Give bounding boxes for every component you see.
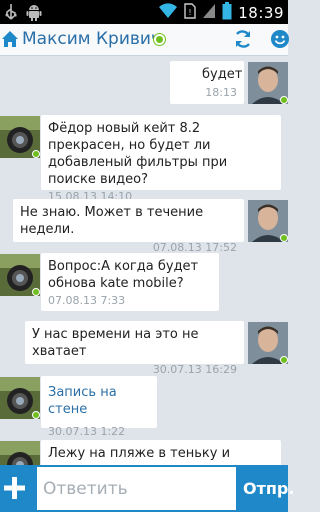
avatar[interactable]	[0, 377, 40, 419]
wall-post-link[interactable]: Запись на стене	[48, 384, 150, 418]
reply-input[interactable]	[37, 467, 236, 510]
message-time: 18:13	[205, 86, 237, 99]
no-sim-icon: !	[184, 3, 196, 23]
online-status-icon	[32, 150, 40, 158]
avatar[interactable]	[0, 254, 40, 296]
message-text: будет	[202, 67, 243, 82]
clock: 18:39	[238, 4, 284, 22]
online-status-icon	[280, 356, 288, 364]
online-status-icon	[280, 96, 288, 104]
online-status-icon	[280, 234, 288, 242]
android-icon	[26, 3, 42, 25]
avatar[interactable]	[0, 441, 40, 465]
status-bar: ! 18:39	[0, 0, 288, 24]
refresh-icon[interactable]	[233, 29, 253, 53]
message-time: 30.07.13 1:22	[48, 425, 126, 438]
online-status-icon	[154, 34, 165, 45]
attach-plus-icon[interactable]	[2, 472, 28, 504]
avatar[interactable]	[0, 116, 40, 158]
message-list[interactable]: будет 18:13 Фёдор новый кейт 8.2 прекрас…	[0, 57, 288, 465]
signal-icon	[202, 3, 216, 23]
message-text: Лежу на пляже в теньку и читаю	[48, 446, 231, 465]
avatar[interactable]	[248, 200, 288, 242]
composer-bar: Отпр.	[0, 465, 294, 512]
avatar[interactable]	[248, 62, 288, 104]
smile-icon[interactable]	[270, 29, 290, 53]
message-bubble[interactable]: Вопрос:А когда будет обнова kate mobile?…	[41, 253, 219, 311]
send-button[interactable]: Отпр.	[243, 479, 294, 498]
message-bubble[interactable]: Запись на стене 30.07.13 1:22	[41, 376, 157, 438]
message-time: 30.07.13 16:29	[152, 363, 237, 376]
online-status-icon	[32, 411, 40, 419]
message-text: Не знаю. Может в течение недели.	[20, 205, 204, 237]
message-text: Фёдор новый кейт 8.2 прекрасен, но будет…	[48, 121, 228, 187]
message-bubble[interactable]: У нас времени на это не хватает 30.07.13…	[25, 321, 244, 376]
message-text: Вопрос:А когда будет обнова kate mobile?	[48, 259, 199, 291]
home-icon[interactable]	[1, 30, 19, 52]
message-text: У нас времени на это не хватает	[32, 327, 199, 359]
message-bubble[interactable]: Фёдор новый кейт 8.2 прекрасен, но будет…	[41, 115, 281, 203]
wifi-icon	[158, 3, 178, 23]
battery-icon	[222, 2, 232, 24]
svg-text:!: !	[189, 8, 192, 17]
page-title[interactable]: Максим Кривич	[22, 29, 161, 49]
online-status-icon	[32, 288, 40, 296]
message-bubble[interactable]: будет 18:13	[170, 61, 244, 104]
avatar[interactable]	[248, 322, 288, 364]
message-bubble[interactable]: Не знаю. Может в течение недели. 07.08.1…	[13, 199, 244, 254]
chat-header: Максим Кривич	[0, 24, 290, 56]
usb-icon	[4, 3, 18, 25]
message-time: 07.08.13 7:33	[48, 294, 126, 307]
message-bubble[interactable]: Лежу на пляже в теньку и читаю	[41, 440, 281, 465]
